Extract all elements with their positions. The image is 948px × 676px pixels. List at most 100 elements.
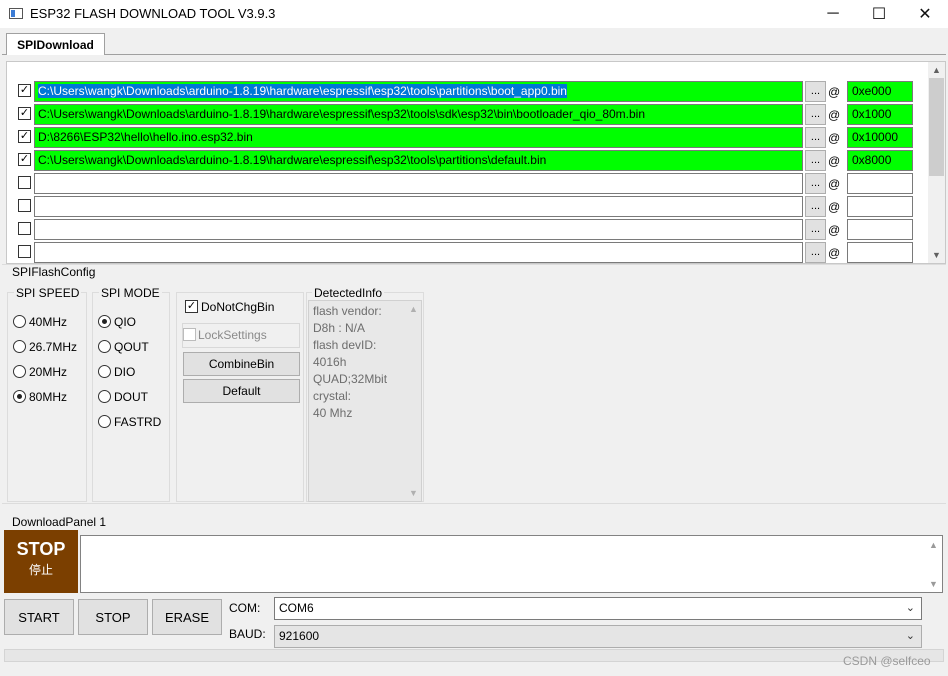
spi-speed-radio[interactable] [13,340,26,353]
detected-info-line: 40 Mhz [313,406,353,420]
tab-spidownload[interactable]: SPIDownload [6,33,105,55]
browse-button[interactable]: ... [805,242,826,263]
spi-mode-radio[interactable] [98,340,111,353]
at-sign: @ [828,131,841,145]
file-path-selected: C:\Users\wangk\Downloads\arduino-1.8.19\… [38,84,567,98]
at-sign: @ [828,246,841,260]
spi-speed-option-label: 26.7MHz [29,340,78,354]
window-title: ESP32 FLASH DOWNLOAD TOOL V3.9.3 [30,6,276,21]
baud-select[interactable]: 921600 ⌄ [274,625,922,648]
status-indicator: STOP 停止 [4,530,78,593]
default-button[interactable]: Default [183,379,300,403]
log-scroll-up-icon[interactable]: ▲ [926,537,941,553]
flash-address-input[interactable]: 0x8000 [847,150,913,171]
file-path-input[interactable]: D:\8266\ESP32\hello\hello.ino.esp32.bin [34,127,803,148]
browse-button[interactable]: ... [805,173,826,194]
spi-speed-radio[interactable] [13,315,26,328]
browse-button[interactable]: ... [805,219,826,240]
at-sign: @ [828,154,841,168]
file-checkbox[interactable]: ✓ [18,84,31,97]
detected-info-line: flash vendor: [313,304,382,318]
spi-speed-option-label: 20MHz [29,365,68,379]
file-path-input[interactable] [34,219,803,240]
browse-button[interactable]: ... [805,104,826,125]
com-chevron-down-icon: ⌄ [905,602,915,614]
flash-address-input[interactable]: 0x1000 [847,104,913,125]
browse-button[interactable]: ... [805,196,826,217]
flash-address-input[interactable]: 0x10000 [847,127,913,148]
flash-address-input[interactable]: 0xe000 [847,81,913,102]
baud-value: 921600 [279,629,320,643]
browse-button[interactable]: ... [805,127,826,148]
flash-address-input[interactable] [847,242,913,263]
spi-flash-config-title: SPIFlashConfig [10,265,98,279]
detected-info-scrollbar[interactable]: ▲ ▼ [407,301,421,501]
file-path-input[interactable] [34,196,803,217]
lock-settings-label: LockSettings [198,328,267,342]
detected-info-line: D8h : N/A [313,321,366,335]
do-not-chg-bin-checkbox[interactable]: ✓ [185,300,198,313]
start-button[interactable]: START [4,599,74,635]
at-sign: @ [828,108,841,122]
scroll-thumb[interactable] [929,78,944,176]
file-path-input[interactable]: C:\Users\wangk\Downloads\arduino-1.8.19\… [34,104,803,125]
lock-settings-checkbox[interactable] [183,328,196,341]
tab-strip [2,54,946,55]
scroll-up-icon[interactable]: ▲ [928,62,945,78]
detected-info-line: QUAD;32Mbit [313,372,388,386]
file-checkbox[interactable] [18,245,31,258]
com-label: COM: [229,601,261,615]
baud-chevron-down-icon: ⌄ [905,630,915,642]
spi-speed-radio[interactable] [13,365,26,378]
detected-info-line: 4016h [313,355,347,369]
spi-mode-radio[interactable] [98,390,111,403]
flash-address-input[interactable] [847,173,913,194]
detected-scroll-down-icon[interactable]: ▼ [406,485,421,501]
log-area[interactable]: ▲ ▼ [80,535,943,593]
download-panel-title: DownloadPanel 1 [10,515,109,529]
file-path-text: C:\Users\wangk\Downloads\arduino-1.8.19\… [38,153,547,167]
flash-address-input[interactable] [847,196,913,217]
file-path-input[interactable]: C:\Users\wangk\Downloads\arduino-1.8.19\… [34,81,803,102]
at-sign: @ [828,85,841,99]
file-checkbox[interactable] [18,222,31,235]
config-divider [2,264,946,265]
browse-button[interactable]: ... [805,150,826,171]
spi-speed-radio[interactable] [13,390,26,403]
baud-label: BAUD: [229,627,266,641]
file-checkbox[interactable]: ✓ [18,153,31,166]
file-checkbox[interactable]: ✓ [18,107,31,120]
spi-speed-option-label: 80MHz [29,390,68,404]
file-path-input[interactable] [34,242,803,263]
flash-address-input[interactable] [847,219,913,240]
download-divider [2,503,946,504]
file-checkbox[interactable]: ✓ [18,130,31,143]
spi-mode-radio[interactable] [98,315,111,328]
file-path-input[interactable] [34,173,803,194]
maximize-icon[interactable]: ☐ [856,0,902,28]
spi-mode-option-label: FASTRD [114,415,162,429]
close-icon[interactable]: ✕ [902,0,948,28]
file-path-text: D:\8266\ESP32\hello\hello.ino.esp32.bin [38,130,253,144]
combine-bin-button[interactable]: CombineBin [183,352,300,376]
spi-mode-radio[interactable] [98,365,111,378]
file-checkbox[interactable] [18,176,31,189]
detected-info-title: DetectedInfo [312,286,385,300]
spi-mode-option-label: DOUT [114,390,148,404]
detected-info-text: flash vendor: D8h : N/A flash devID: 4016h Q… [308,300,422,502]
stop-button[interactable]: STOP [78,599,148,635]
erase-button[interactable]: ERASE [152,599,222,635]
detected-scroll-up-icon[interactable]: ▲ [406,301,421,317]
com-select[interactable]: COM6 ⌄ [274,597,922,620]
log-scroll-down-icon[interactable]: ▼ [926,576,941,592]
minimize-icon[interactable]: ─ [810,0,856,28]
file-checkbox[interactable] [18,199,31,212]
at-sign: @ [828,177,841,191]
browse-button[interactable]: ... [805,81,826,102]
app-icon [9,8,23,19]
detected-info-line: crystal: [313,389,352,403]
watermark: CSDN @selfceo [843,654,931,668]
spi-mode-radio[interactable] [98,415,111,428]
scroll-down-icon[interactable]: ▼ [928,247,945,263]
file-path-input[interactable]: C:\Users\wangk\Downloads\arduino-1.8.19\… [34,150,803,171]
